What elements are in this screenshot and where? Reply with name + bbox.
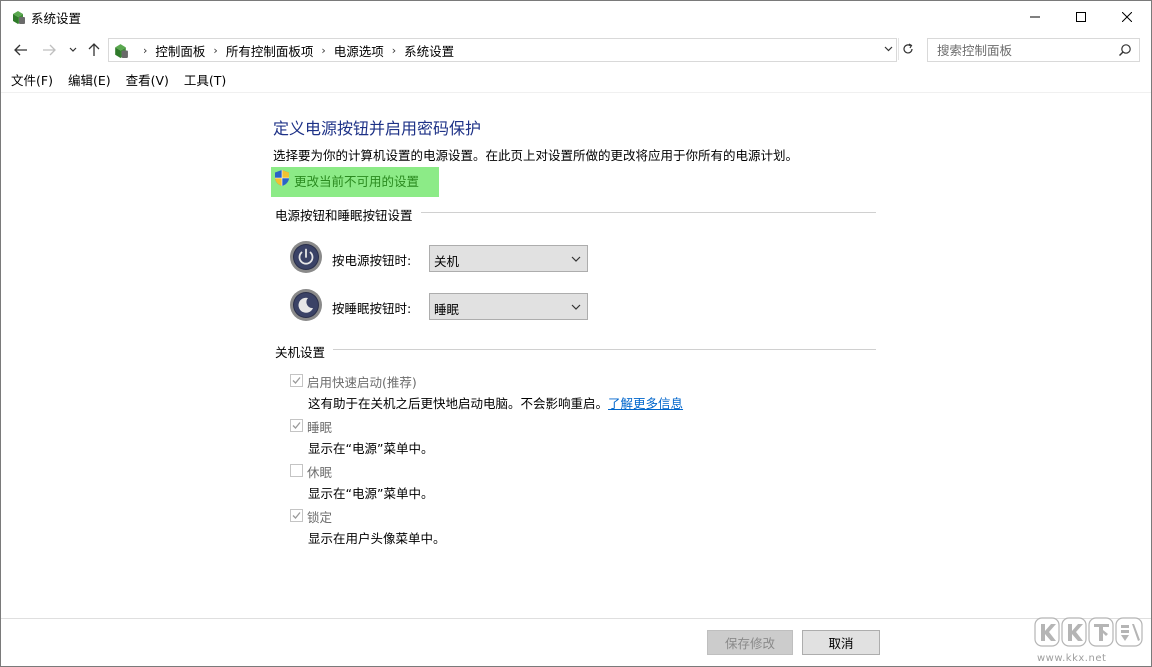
menu-tools[interactable]: 工具(T): [177, 69, 234, 91]
title-bar[interactable]: 系统设置: [1, 1, 1151, 33]
footer-divider: [1, 618, 1151, 619]
learn-more-link[interactable]: 了解更多信息: [608, 396, 683, 411]
fast-startup-label: 启用快速启动(推荐): [307, 372, 417, 391]
hibernate-checkbox[interactable]: [290, 464, 303, 477]
sleep-checkbox[interactable]: [290, 419, 303, 432]
breadcrumb-item[interactable]: 所有控制面板项: [226, 41, 314, 60]
cancel-button[interactable]: 取消: [802, 630, 880, 655]
sleep-button-action-select[interactable]: 睡眠: [429, 293, 588, 320]
lock-option-description: 显示在用户头像菜单中。: [308, 528, 446, 547]
control-panel-icon: [112, 42, 129, 59]
up-button[interactable]: [86, 39, 102, 61]
page-title: 定义电源按钮并启用密码保护: [273, 115, 481, 139]
breadcrumb-item[interactable]: 系统设置: [404, 41, 454, 60]
lock-checkbox[interactable]: [290, 509, 303, 522]
fast-startup-description: 这有助于在关机之后更快地启动电脑。不会影响重启。了解更多信息: [308, 393, 683, 412]
control-panel-icon: [10, 9, 26, 25]
search-icon[interactable]: [1118, 43, 1132, 57]
window-title: 系统设置: [31, 8, 81, 27]
maximize-button[interactable]: [1058, 1, 1104, 33]
main-content: 定义电源按钮并启用密码保护 选择要为你的计算机设置的电源设置。在此页上对设置所做…: [1, 93, 1151, 617]
address-bar[interactable]: › 控制面板 › 所有控制面板项 › 电源选项 › 系统设置: [108, 38, 897, 62]
chevron-down-icon: [571, 254, 581, 264]
breadcrumb-item[interactable]: 控制面板: [155, 41, 205, 60]
checkmark-icon: [292, 511, 301, 520]
menu-edit[interactable]: 编辑(E): [61, 69, 119, 91]
minimize-icon: [1030, 12, 1040, 22]
address-dropdown-button[interactable]: [881, 38, 895, 60]
arrow-up-icon: [88, 43, 100, 57]
lock-option-label: 锁定: [307, 507, 332, 526]
chevron-down-icon: [69, 47, 77, 53]
fast-startup-checkbox[interactable]: [290, 374, 303, 387]
chevron-right-icon: ›: [143, 44, 147, 57]
chevron-right-icon[interactable]: ›: [321, 44, 325, 57]
selected-value: 睡眠: [434, 299, 459, 318]
shutdown-section-title: 关机设置: [275, 342, 333, 361]
chevron-down-icon: [571, 302, 581, 312]
chevron-right-icon[interactable]: ›: [213, 44, 217, 57]
search-input[interactable]: [928, 39, 1113, 61]
maximize-icon: [1076, 12, 1086, 22]
recent-locations-button[interactable]: [67, 39, 79, 61]
hibernate-option-label: 休眠: [307, 462, 332, 481]
sleep-option-description: 显示在“电源”菜单中。: [308, 438, 433, 457]
search-box[interactable]: [927, 38, 1140, 62]
checkmark-icon: [292, 421, 301, 430]
breadcrumb: › 控制面板 › 所有控制面板项 › 电源选项 › 系统设置: [135, 39, 454, 61]
sleep-icon: [289, 288, 323, 322]
button-section-title: 电源按钮和睡眠按钮设置: [275, 205, 421, 224]
description-text: 这有助于在关机之后更快地启动电脑。不会影响重启。: [308, 396, 608, 411]
uac-shield-icon: [274, 169, 290, 187]
sleep-option-label: 睡眠: [307, 417, 332, 436]
page-description: 选择要为你的计算机设置的电源设置。在此页上对设置所做的更改将应用于你所有的电源计…: [273, 145, 798, 164]
watermark-url: www.kkx.net: [1037, 653, 1106, 664]
chevron-right-icon[interactable]: ›: [392, 44, 396, 57]
menu-bar: 文件(F) 编辑(E) 查看(V) 工具(T): [1, 69, 234, 91]
forward-button[interactable]: [39, 39, 59, 61]
selected-value: 关机: [434, 251, 459, 270]
save-changes-button[interactable]: 保存修改: [707, 630, 793, 655]
sleep-button-row: [289, 288, 323, 322]
chevron-down-icon: [884, 46, 893, 52]
sleep-button-label: 按睡眠按钮时:: [332, 298, 411, 317]
section-divider: [275, 349, 876, 350]
refresh-button[interactable]: [898, 38, 916, 60]
menu-view[interactable]: 查看(V): [119, 69, 177, 91]
power-icon: [289, 240, 323, 274]
back-button[interactable]: [11, 39, 31, 61]
power-button-action-select[interactable]: 关机: [429, 245, 588, 272]
change-unavailable-settings-link[interactable]: 更改当前不可用的设置: [294, 171, 419, 190]
close-icon: [1122, 12, 1132, 22]
hibernate-option-description: 显示在“电源”菜单中。: [308, 483, 433, 502]
power-button-label: 按电源按钮时:: [332, 250, 411, 269]
arrow-right-icon: [42, 44, 56, 56]
checkmark-icon: [292, 376, 301, 385]
menu-file[interactable]: 文件(F): [1, 69, 61, 91]
arrow-left-icon: [14, 44, 28, 56]
power-button-row: [289, 240, 323, 274]
window: 系统设置: [0, 0, 1152, 667]
minimize-button[interactable]: [1012, 1, 1058, 33]
breadcrumb-item[interactable]: 电源选项: [334, 41, 384, 60]
close-button[interactable]: [1104, 1, 1150, 33]
refresh-icon: [902, 43, 914, 55]
